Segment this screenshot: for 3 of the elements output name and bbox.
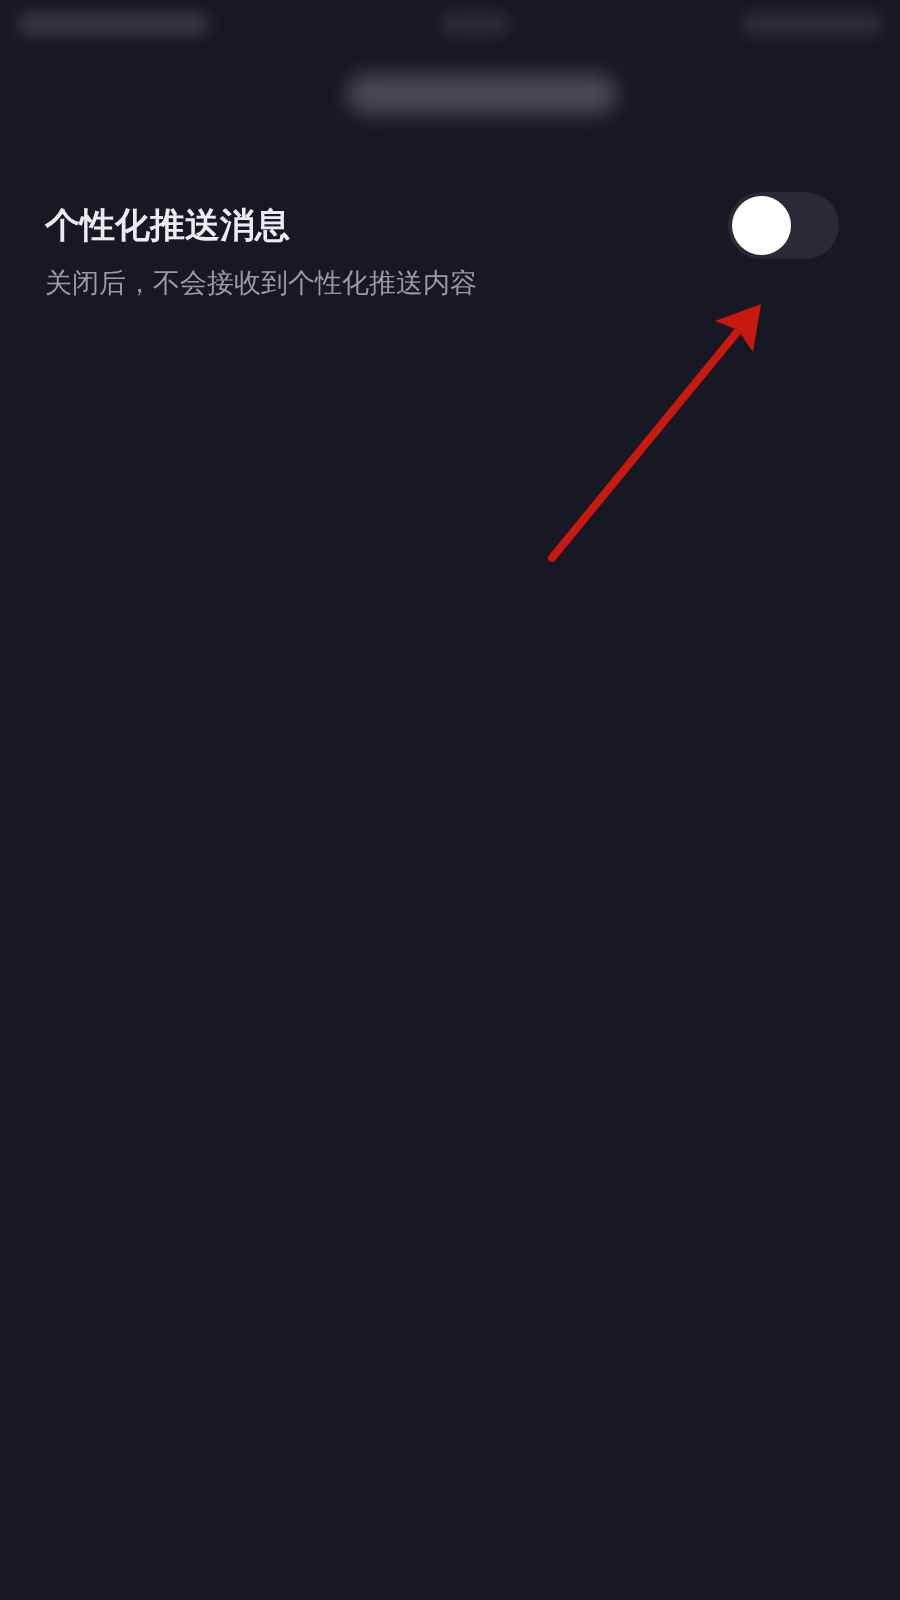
setting-title: 个性化推送消息: [45, 204, 291, 247]
setting-description: 关闭后，不会接收到个性化推送内容: [45, 266, 477, 300]
toggle-knob: [732, 196, 791, 255]
